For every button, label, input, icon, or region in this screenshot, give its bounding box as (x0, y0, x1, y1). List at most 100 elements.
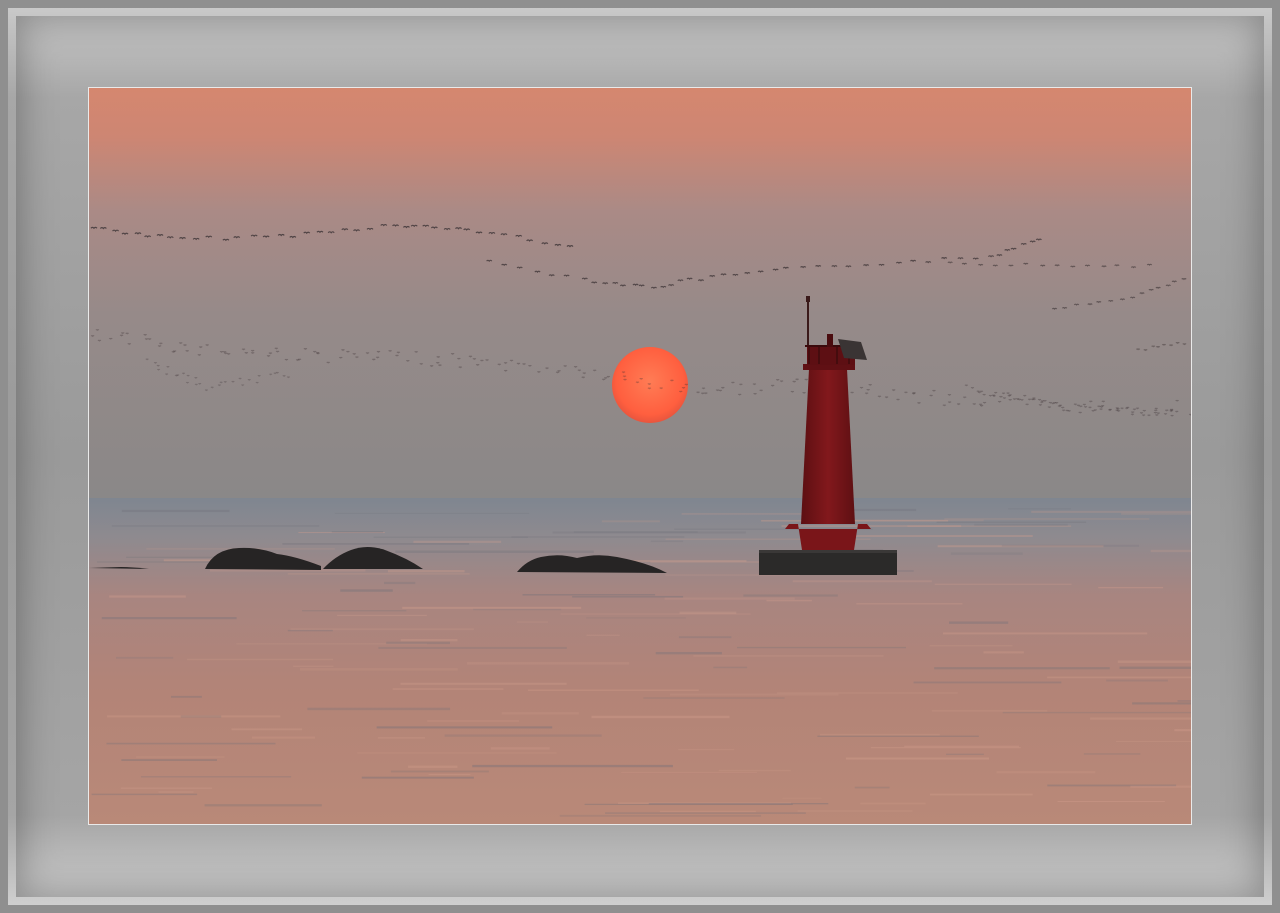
bird (744, 272, 751, 275)
ripple (293, 665, 334, 667)
sky (89, 88, 1191, 500)
bird (1114, 264, 1120, 267)
ripple (387, 570, 465, 573)
ripple (851, 535, 1033, 537)
ripple (601, 520, 660, 523)
ripple (1098, 586, 1164, 589)
ripple (776, 692, 958, 694)
ripple (1132, 702, 1191, 705)
bird (488, 231, 496, 235)
ripple (1116, 740, 1191, 742)
bird (1130, 266, 1137, 269)
sunset-scene (89, 88, 1191, 824)
bird (121, 232, 129, 236)
ripple (913, 681, 1062, 684)
ripple (501, 712, 579, 715)
bird (443, 227, 451, 231)
ripple (655, 651, 722, 655)
ripple (340, 589, 393, 592)
bird (1096, 301, 1102, 304)
bird (516, 266, 523, 269)
bird (947, 261, 953, 264)
ripple (383, 581, 416, 585)
ripple (669, 693, 839, 696)
bird (422, 224, 430, 228)
ripple (1174, 729, 1191, 732)
ripple (693, 655, 884, 657)
ripple (337, 614, 427, 617)
bird (1020, 242, 1027, 246)
ripple (361, 776, 474, 779)
bird (1004, 249, 1011, 252)
bird (815, 264, 822, 268)
bird (463, 228, 471, 231)
ripple (378, 646, 567, 649)
bird (1023, 262, 1029, 265)
ripple (331, 531, 384, 533)
ripple (1001, 544, 1140, 547)
bird (475, 231, 483, 234)
ripple (91, 793, 198, 796)
bird (277, 233, 285, 237)
ripple (621, 771, 757, 774)
bird (303, 231, 311, 235)
bird (1029, 240, 1036, 243)
bird (380, 223, 388, 227)
bird (878, 263, 885, 267)
bird (566, 245, 574, 248)
bird (179, 237, 186, 240)
bird (686, 277, 693, 280)
bird (353, 229, 361, 232)
ripple (1177, 700, 1191, 702)
ripple (743, 594, 838, 597)
ripple (1057, 800, 1165, 803)
ripple (158, 790, 194, 794)
ripple (170, 695, 202, 698)
bird (941, 257, 948, 260)
bird (1101, 265, 1107, 268)
ripple (395, 550, 594, 554)
ripple (681, 513, 822, 515)
ripple (400, 638, 458, 642)
ripple (1130, 785, 1191, 788)
ripple (116, 656, 174, 659)
ripple (357, 752, 557, 754)
ripple (934, 667, 1110, 670)
ripple (929, 644, 1013, 647)
bird (1108, 299, 1114, 303)
bird (602, 282, 609, 285)
ripple (659, 810, 756, 813)
bird (782, 266, 789, 270)
bird (392, 224, 400, 227)
ripple (573, 531, 698, 533)
bird (720, 273, 727, 276)
ripple (664, 597, 795, 600)
bird (166, 236, 174, 239)
ripple (413, 540, 502, 543)
ripple (444, 734, 602, 737)
ripple (1106, 679, 1168, 682)
bird (99, 227, 107, 230)
bird (548, 274, 555, 277)
bird (992, 264, 998, 267)
ripple (797, 810, 913, 812)
bird (486, 259, 493, 263)
ripple (572, 595, 684, 598)
ripple (373, 536, 528, 538)
bird (581, 277, 588, 280)
bird (205, 235, 213, 239)
ripple (231, 728, 303, 731)
ripple (1002, 711, 1191, 714)
ripple (490, 747, 550, 750)
bird (1087, 303, 1093, 306)
bird (1051, 307, 1058, 310)
bird (1155, 286, 1161, 289)
ripple (109, 595, 186, 598)
ripple (111, 525, 320, 527)
bird (996, 254, 1003, 257)
bird (895, 261, 903, 265)
bird (987, 255, 995, 258)
ripple (996, 771, 1096, 774)
bird (1129, 296, 1136, 299)
ripple (121, 759, 217, 761)
